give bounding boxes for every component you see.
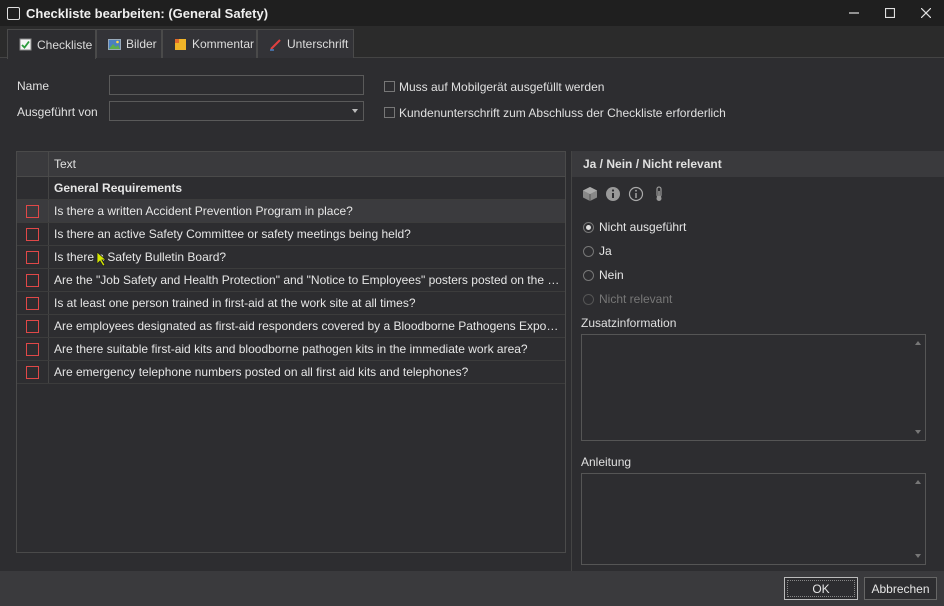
name-label: Name [17,79,50,93]
mobile-required-checkbox[interactable] [384,81,395,92]
name-field[interactable] [109,75,364,95]
tab-bilder[interactable]: Bilder [96,29,162,58]
instructions-label: Anleitung [581,455,632,469]
scroll-down-icon[interactable] [915,554,921,558]
cube-icon[interactable] [582,186,598,202]
radio-nicht-ausgefuehrt[interactable]: Nicht ausgeführt [583,220,686,234]
item-text: Is there a Safety Bulletin Board? [54,250,227,264]
group-label: General Requirements [54,181,183,195]
table-row[interactable]: Are employees designated as first-aid re… [17,315,565,338]
maximize-button[interactable] [872,0,908,26]
mobile-required-label: Muss auf Mobilgerät ausgefüllt werden [399,80,605,94]
item-checkbox[interactable] [26,227,39,241]
executed-by-label: Ausgeführt von [17,105,98,119]
chevron-down-icon [352,109,358,113]
mouse-cursor-icon [96,251,108,267]
answer-panel: Ja / Nein / Nicht relevant Nicht ausgefü… [571,151,944,571]
minimize-icon [849,12,859,14]
customer-signature-checkbox[interactable] [384,107,395,118]
table-row[interactable]: Are the "Job Safety and Health Protectio… [17,269,565,292]
executed-by-dropdown[interactable] [109,101,364,121]
checklist-grid: Text General Requirements Is there a wri… [16,151,566,553]
tab-label: Unterschrift [287,37,349,51]
table-row[interactable]: Is at least one person trained in first-… [17,292,565,315]
scroll-down-icon[interactable] [915,430,921,434]
item-checkbox[interactable] [26,204,39,218]
item-checkbox[interactable] [26,273,39,287]
close-button[interactable] [908,0,944,26]
info-outline-icon[interactable] [628,186,644,202]
radio-label: Nicht ausgeführt [599,220,687,234]
item-checkbox[interactable] [26,342,39,356]
item-text: Is there an active Safety Committee or s… [54,227,411,241]
ok-button[interactable]: OK [784,577,858,600]
grid-header-select-column [17,152,49,176]
tab-unterschrift[interactable]: Unterschrift [257,29,354,58]
scroll-up-icon[interactable] [915,341,921,345]
answer-panel-header: Ja / Nein / Nicht relevant [572,151,944,177]
info-filled-icon[interactable] [605,186,621,202]
additional-info-label: Zusatzinformation [581,316,677,330]
title-bar: Checkliste bearbeiten: (General Safety) [0,0,944,26]
additional-info-textarea[interactable] [581,334,926,441]
item-checkbox[interactable] [26,296,39,310]
tab-label: Bilder [126,37,157,51]
close-icon [921,8,931,18]
radio-label: Nein [599,268,624,282]
item-text: Are the "Job Safety and Health Protectio… [54,273,561,287]
scroll-up-icon[interactable] [915,480,921,484]
signature-icon [269,38,282,51]
table-row[interactable]: Are emergency telephone numbers posted o… [17,361,565,384]
item-text: Are emergency telephone numbers posted o… [54,365,469,379]
table-row[interactable]: Is there a written Accident Prevention P… [17,200,565,223]
table-row[interactable]: Are there suitable first-aid kits and bl… [17,338,565,361]
cancel-button[interactable]: Abbrechen [864,577,937,600]
item-text: Is at least one person trained in first-… [54,296,416,310]
checklist-icon [19,38,32,51]
radio-ja[interactable]: Ja [583,244,612,258]
radio-nein[interactable]: Nein [583,268,624,282]
item-text: Are employees designated as first-aid re… [54,319,561,333]
item-checkbox[interactable] [26,365,39,379]
app-icon [7,6,20,20]
maximize-icon [885,8,895,18]
tab-label: Checkliste [37,37,93,52]
tab-kommentar[interactable]: Kommentar [162,29,257,58]
tab-label: Kommentar [192,37,255,51]
grid-header: Text [17,152,565,177]
tab-checkliste[interactable]: Checkliste [7,29,96,59]
grid-column-text-header[interactable]: Text [49,157,76,171]
image-icon [108,38,121,51]
minimize-button[interactable] [836,0,872,26]
radio-nicht-relevant: Nicht relevant [583,292,672,306]
dialog-footer: OK Abbrechen [0,571,944,606]
item-checkbox[interactable] [26,250,39,264]
group-row[interactable]: General Requirements [17,177,565,200]
radio-label: Nicht relevant [599,292,673,306]
instructions-textarea[interactable] [581,473,926,565]
radio-label: Ja [599,244,612,258]
tab-strip: Checkliste Bilder Kommentar Unterschrift [0,26,944,59]
thermometer-icon[interactable] [651,186,667,202]
table-row[interactable]: Is there an active Safety Committee or s… [17,223,565,246]
comment-icon [174,38,187,51]
item-text: Are there suitable first-aid kits and bl… [54,342,528,356]
window-title: Checkliste bearbeiten: (General Safety) [26,5,269,21]
customer-signature-label: Kundenunterschrift zum Abschluss der Che… [399,106,726,120]
item-checkbox[interactable] [26,319,39,333]
item-text: Is there a written Accident Prevention P… [54,204,353,218]
